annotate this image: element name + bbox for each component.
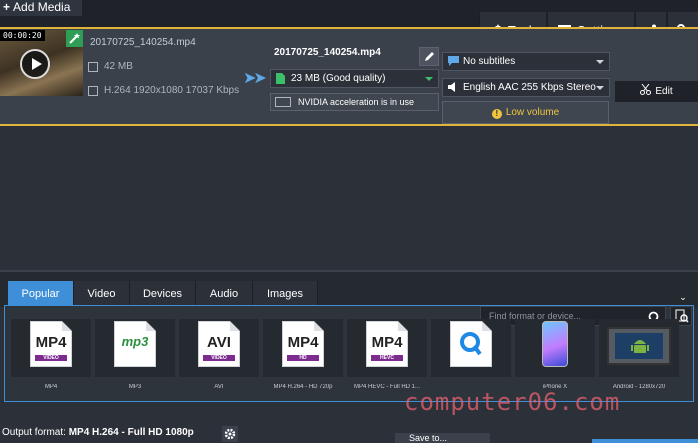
plus-icon: +: [3, 0, 11, 14]
android-icon: [631, 340, 649, 353]
format-item-android[interactable]: Android - 1280x720: [599, 319, 679, 391]
mp4-format-icon: MP4 VIDEO: [30, 321, 72, 367]
mp4-hevc-format-icon: MP4 HEVC: [366, 321, 408, 367]
output-size-dropdown[interactable]: 23 MB (Good quality): [270, 69, 439, 88]
format-item-avi[interactable]: AVI VIDEO AVI: [179, 319, 259, 391]
timecode: 00:00:20: [0, 30, 45, 41]
scissors-icon: [640, 83, 652, 95]
watermark-text: computer06.com: [404, 388, 621, 416]
format-item-mp4-hd720[interactable]: MP4 HD MP4 H.264 - HD 720p: [263, 319, 343, 391]
output-filename[interactable]: 20170725_140254.mp4: [274, 47, 381, 58]
format-item-mp4-hevc[interactable]: MP4 HEVC MP4 HEVC - Full HD 1...: [347, 319, 427, 391]
nvidia-label: NVIDIA acceleration is in use: [298, 97, 415, 107]
collapse-panel-icon[interactable]: ⌄⌄: [676, 293, 690, 310]
file-icon: [276, 73, 285, 84]
format-tabs-bar: Popular Video Devices Audio Images: [0, 272, 698, 307]
tab-images[interactable]: Images: [253, 281, 318, 307]
rename-button[interactable]: [419, 47, 439, 66]
format-icon-text: MP4: [371, 334, 403, 351]
tab-devices[interactable]: Devices: [130, 281, 196, 307]
quicktime-format-icon: [450, 321, 492, 367]
quicktime-icon: [460, 332, 482, 356]
edit-button[interactable]: Edit: [615, 81, 698, 102]
subtitles-dropdown[interactable]: No subtitles: [442, 52, 610, 71]
mp4-hd-format-icon: MP4 HD: [282, 321, 324, 367]
format-item-quicktime[interactable]: [431, 319, 511, 391]
format-item-mp3[interactable]: mp3 MP3: [95, 319, 175, 391]
convert-arrow-icon: ➤➤: [243, 70, 267, 87]
magic-wand-icon[interactable]: [66, 30, 83, 47]
format-icon-text: MP4: [35, 334, 67, 351]
play-icon[interactable]: [20, 49, 50, 79]
format-icon-band: HD: [287, 355, 319, 361]
format-item-mp4[interactable]: MP4 VIDEO MP4: [11, 319, 91, 391]
nvidia-icon: [275, 97, 291, 107]
warning-icon: !: [491, 109, 502, 119]
audio-track-dropdown[interactable]: English AAC 255 Kbps Stereo: [442, 78, 610, 97]
format-label: AVI: [214, 384, 224, 390]
output-format-value: MP4 H.264 - Full HD 1080p: [68, 427, 194, 438]
edit-label: Edit: [655, 86, 673, 97]
video-thumbnail[interactable]: 00:00:20: [0, 30, 83, 96]
add-media-button[interactable]: + Add Media: [0, 0, 82, 16]
convert-button[interactable]: [592, 439, 698, 443]
nvidia-acceleration-status: NVIDIA acceleration is in use: [270, 93, 439, 111]
format-icon-band: HEVC: [371, 355, 403, 361]
source-size: 42 MB: [104, 61, 133, 72]
audio-track-value: English AAC 255 Kbps Stereo: [463, 82, 596, 93]
tab-audio[interactable]: Audio: [196, 281, 253, 307]
video-info-icon: [88, 86, 98, 96]
format-icon-text: AVI: [207, 334, 231, 351]
chevron-down-icon: [425, 77, 433, 81]
output-format-prefix: Output format:: [2, 427, 66, 438]
pencil-icon: [425, 52, 434, 61]
format-item-iphone-x[interactable]: iPhone X: [515, 319, 595, 391]
android-tablet-icon: [607, 327, 671, 365]
save-to-button[interactable]: Save to...: [395, 433, 490, 443]
add-media-label: Add Media: [13, 0, 71, 14]
chevron-down-icon: [596, 60, 604, 64]
low-volume-label: Low volume: [505, 107, 560, 118]
speaker-icon: [448, 82, 455, 92]
format-icon-text: mp3: [121, 334, 149, 349]
format-icon-text: MP4: [287, 334, 319, 351]
tab-popular[interactable]: Popular: [8, 281, 74, 307]
mp3-format-icon: mp3: [114, 321, 156, 367]
output-size-value: 23 MB (Good quality): [291, 73, 386, 84]
tab-video[interactable]: Video: [74, 281, 130, 307]
format-icon-band: VIDEO: [203, 355, 235, 361]
format-label: MP4 H.264 - HD 720p: [273, 384, 333, 390]
speech-bubble-icon: [448, 56, 459, 66]
subtitles-value: No subtitles: [463, 56, 516, 67]
chevron-down-icon: [596, 86, 604, 90]
iphone-icon: [542, 321, 568, 367]
low-volume-warning[interactable]: ! Low volume: [442, 101, 609, 124]
format-icon-band: VIDEO: [35, 355, 67, 361]
source-video-info: H.264 1920x1080 17037 Kbps: [104, 85, 240, 96]
output-format-indicator[interactable]: Output format: MP4 H.264 - Full HD 1080p: [2, 427, 194, 438]
format-label: MP4: [44, 384, 58, 390]
avi-format-icon: AVI VIDEO: [198, 321, 240, 367]
file-item-row[interactable]: 00:00:20 20170725_140254.mp4 42 MB H.264…: [0, 27, 698, 126]
file-size-icon: [88, 62, 98, 72]
source-filename: 20170725_140254.mp4: [90, 37, 196, 48]
gear-icon[interactable]: [222, 426, 238, 442]
format-label: MP3: [128, 384, 142, 390]
